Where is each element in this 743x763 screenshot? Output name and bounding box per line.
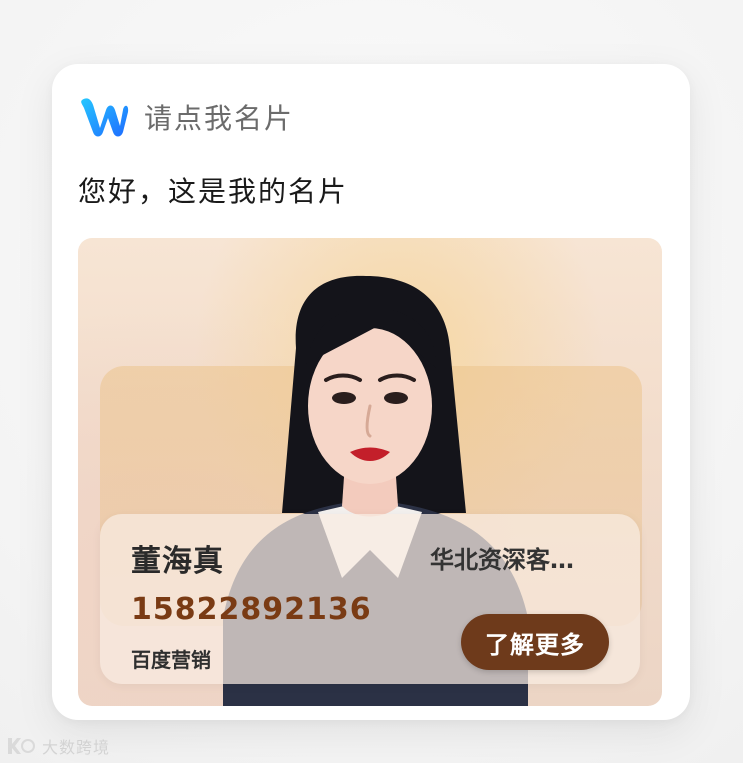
chat-card: 请点我名片 您好，这是我的名片 董海真 华北资深客… 15822892136 百…	[52, 64, 690, 720]
app-logo-icon	[81, 98, 129, 137]
watermark-logo-icon	[8, 738, 35, 754]
business-card[interactable]: 董海真 华北资深客… 15822892136 百度营销 了解更多	[78, 238, 662, 706]
greeting-message: 您好，这是我的名片	[78, 175, 349, 208]
watermark: 大数跨境	[6, 734, 110, 758]
card-header: 请点我名片	[78, 92, 294, 142]
learn-more-button[interactable]: 了解更多	[461, 614, 609, 670]
card-title: 请点我名片	[144, 102, 295, 135]
page: 请点我名片 您好，这是我的名片 董海真 华北资深客… 15822892136 百…	[0, 0, 743, 763]
contact-phone[interactable]: 15822892136	[131, 592, 372, 627]
watermark-text: 大数跨境	[42, 738, 111, 757]
contact-title: 华北资深客…	[430, 546, 574, 574]
contact-info-panel: 董海真 华北资深客… 15822892136 百度营销 了解更多	[100, 514, 640, 684]
contact-name: 董海真	[131, 544, 224, 579]
contact-company: 百度营销	[131, 648, 211, 672]
